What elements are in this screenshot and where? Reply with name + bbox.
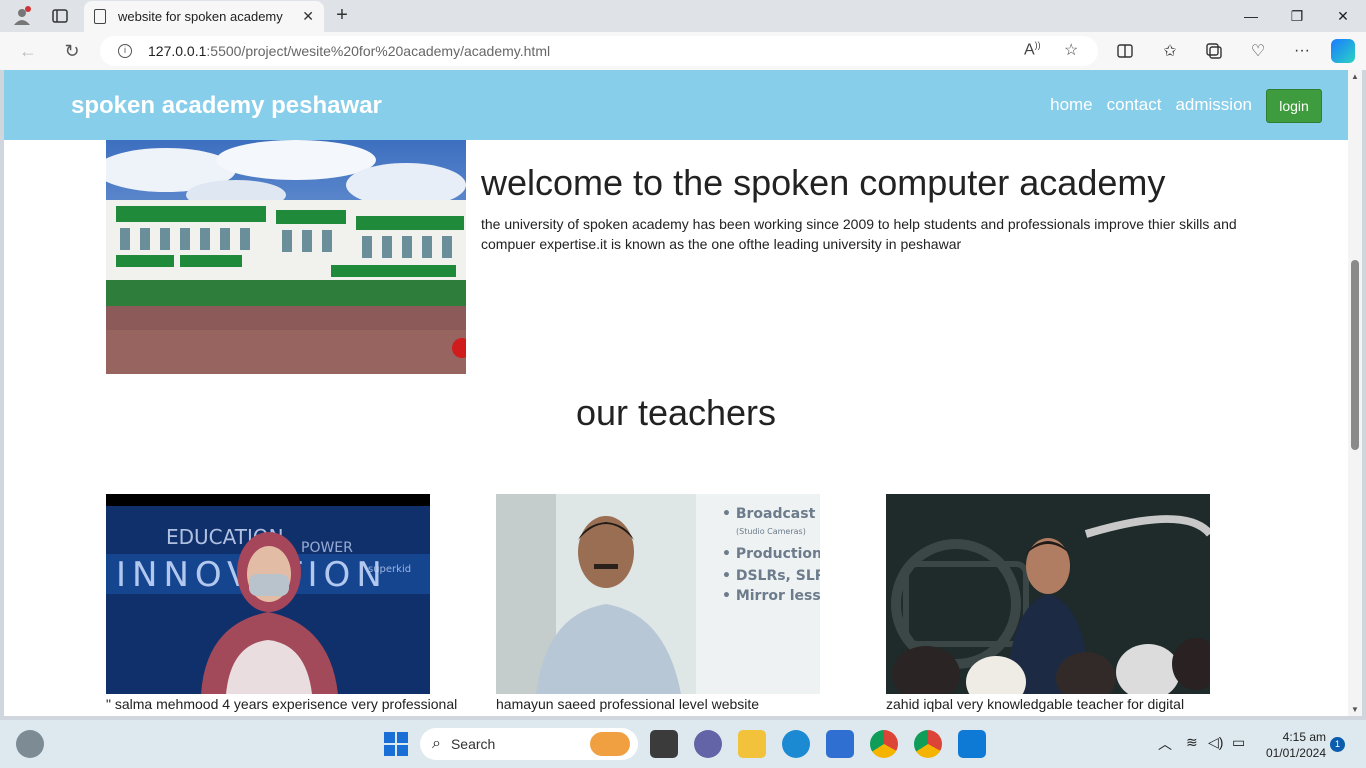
store-icon[interactable]: [826, 730, 854, 758]
notification-badge[interactable]: 1: [1330, 737, 1345, 752]
svg-text:superkid: superkid: [368, 564, 411, 575]
refresh-button[interactable]: ↻: [58, 39, 86, 63]
new-tab-button[interactable]: +: [330, 4, 354, 28]
svg-text:• Broadcast: • Broadcast: [722, 506, 816, 522]
teams-chat-icon[interactable]: [694, 730, 722, 758]
scroll-down-arrow-icon[interactable]: ▼: [1351, 705, 1359, 714]
svg-text:• DSLRs, SLR: • DSLRs, SLR: [722, 568, 820, 584]
url-host: 127.0.0.1: [148, 43, 207, 59]
address-bar-row: ← ↻ i 127.0.0.1:5500/project/wesite%20fo…: [0, 32, 1366, 70]
svg-text:• Mirror less: • Mirror less: [722, 588, 820, 604]
welcome-heading: welcome to the spoken computer academy: [481, 162, 1166, 203]
favorites-icon[interactable]: ✩: [1156, 39, 1184, 63]
browser-essentials-icon[interactable]: ♡: [1244, 39, 1272, 63]
teachers-heading: our teachers: [575, 392, 777, 433]
campus-image: [106, 140, 466, 374]
teacher-caption: zahid iqbal very knowledgable teacher fo…: [886, 696, 1185, 712]
read-aloud-icon[interactable]: A)): [1024, 40, 1041, 59]
restore-button[interactable]: ❐: [1274, 0, 1320, 32]
split-screen-icon[interactable]: [1111, 39, 1139, 63]
search-highlight-icon: [590, 732, 630, 756]
nav-home-link[interactable]: home: [1050, 95, 1093, 115]
page-icon: [94, 9, 106, 24]
show-hidden-icons-icon[interactable]: ︿: [1158, 734, 1172, 754]
widgets-icon[interactable]: [16, 730, 44, 758]
browser-tabbar: website for spoken academy ✕ + — ❐ ✕: [0, 0, 1366, 32]
scroll-up-arrow-icon[interactable]: ▲: [1351, 72, 1359, 81]
file-explorer-icon[interactable]: [738, 730, 766, 758]
welcome-paragraph: the university of spoken academy has bee…: [481, 216, 1237, 252]
site-brand[interactable]: spoken academy peshawar: [71, 92, 382, 120]
teacher-photo: EDUCATION INNOVATION POWER superkid: [106, 494, 430, 694]
wifi-icon[interactable]: ≋: [1186, 734, 1198, 751]
site-header: spoken academy peshawar home contact adm…: [4, 70, 1348, 140]
taskbar: ⌕ Search ︿ ≋ ◁) ▭ 4:15 am 01/01/2024 1: [0, 720, 1366, 768]
chrome-icon[interactable]: [870, 730, 898, 758]
url-input[interactable]: i 127.0.0.1:5500/project/wesite%20for%20…: [100, 36, 1098, 66]
vscode-icon[interactable]: [958, 730, 986, 758]
collections-icon[interactable]: [1200, 39, 1228, 63]
taskbar-search-input[interactable]: ⌕ Search: [420, 728, 638, 760]
teacher-card: • Broadcast (Studio Cameras) • Productio…: [496, 494, 820, 712]
page-viewport: spoken academy peshawar home contact adm…: [4, 70, 1348, 716]
site-nav: home contact admission: [1050, 95, 1252, 115]
clock-date: 01/01/2024: [1265, 746, 1326, 760]
tab-title: website for spoken academy: [118, 9, 283, 24]
clock-time: 4:15 am: [1282, 730, 1326, 744]
teacher-photo: [886, 494, 1210, 694]
close-tab-icon[interactable]: ✕: [302, 8, 314, 25]
svg-text:POWER: POWER: [301, 540, 353, 556]
clock[interactable]: 4:15 am 01/01/2024: [1262, 729, 1326, 761]
teacher-caption: " salma mehmood 4 years experisence very…: [106, 696, 458, 712]
battery-icon[interactable]: ▭: [1232, 734, 1245, 751]
search-placeholder: Search: [450, 736, 496, 752]
more-menu-icon[interactable]: ···: [1288, 39, 1316, 63]
nav-contact-link[interactable]: contact: [1107, 95, 1162, 115]
volume-icon[interactable]: ◁): [1208, 734, 1223, 751]
close-window-button[interactable]: ✕: [1320, 0, 1366, 32]
edge-browser-icon[interactable]: [782, 730, 810, 758]
search-icon: ⌕: [432, 735, 441, 752]
page-scrollbar[interactable]: ▲ ▼: [1348, 70, 1362, 716]
profile-icon[interactable]: [8, 4, 36, 28]
teacher-photo: • Broadcast (Studio Cameras) • Productio…: [496, 494, 820, 694]
tab-active[interactable]: website for spoken academy ✕: [84, 1, 324, 32]
tab-actions-icon[interactable]: [46, 4, 74, 28]
svg-text:• Production: • Production: [722, 546, 820, 562]
copilot-icon[interactable]: [1331, 39, 1355, 63]
favorite-star-icon[interactable]: ☆: [1064, 40, 1078, 60]
svg-text:(Studio Cameras): (Studio Cameras): [736, 527, 806, 536]
scrollbar-thumb[interactable]: [1351, 260, 1359, 450]
teacher-caption: hamayun saeed professional level website: [496, 696, 760, 712]
info-icon[interactable]: i: [118, 44, 132, 58]
back-button[interactable]: ←: [14, 39, 42, 63]
teacher-card: EDUCATION INNOVATION POWER superkid " sa…: [106, 494, 458, 712]
url-path: :5500/project/wesite%20for%20academy/aca…: [206, 43, 551, 59]
nav-admission-link[interactable]: admission: [1175, 95, 1252, 115]
login-button[interactable]: login: [1266, 89, 1322, 123]
chrome-profile-icon[interactable]: [914, 730, 942, 758]
minimize-button[interactable]: —: [1228, 0, 1274, 32]
teacher-card: zahid iqbal very knowledgable teacher fo…: [886, 494, 1210, 712]
start-windows-icon[interactable]: [382, 730, 410, 758]
task-view-icon[interactable]: [650, 730, 678, 758]
